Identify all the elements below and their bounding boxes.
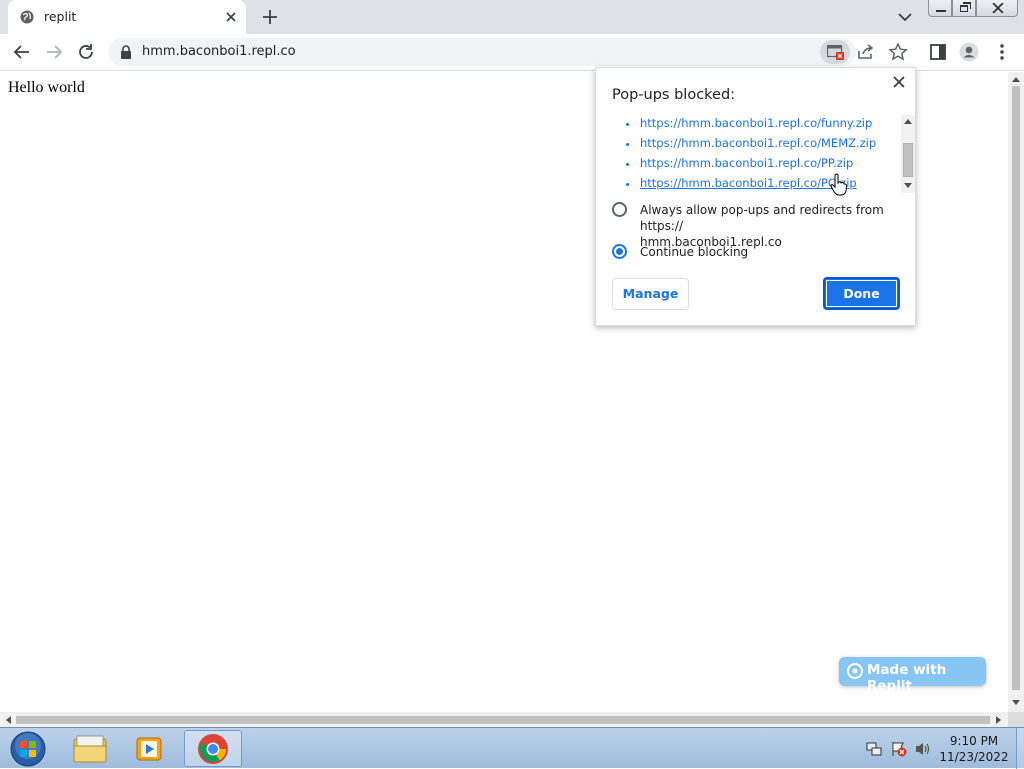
continue-blocking-radio[interactable]	[612, 244, 627, 259]
scroll-up-arrow-icon[interactable]	[1012, 76, 1020, 82]
network-icon[interactable]	[866, 741, 882, 757]
tab-replit[interactable]: replit	[8, 0, 246, 34]
vertical-scrollbar[interactable]	[1008, 72, 1024, 712]
popups-blocked-dialog: Pop-ups blocked: https://hmm.baconboi1.r…	[595, 67, 916, 326]
taskbar-explorer[interactable]	[62, 730, 120, 767]
chrome-icon	[198, 734, 228, 764]
lock-icon[interactable]	[120, 45, 132, 59]
list-scrollbar[interactable]	[901, 115, 915, 193]
clock-date: 11/23/2022	[939, 750, 1009, 764]
share-icon[interactable]	[856, 42, 876, 62]
popup-blocked-icon[interactable]	[820, 40, 850, 64]
close-tab-icon[interactable]	[222, 8, 240, 26]
manage-button[interactable]: Manage	[612, 278, 689, 310]
chevron-down-icon[interactable]	[896, 9, 914, 25]
side-panel-icon[interactable]	[928, 42, 948, 62]
always-allow-label[interactable]: Always allow pop-ups and redirects from …	[640, 202, 915, 250]
horizontal-scrollbar[interactable]	[0, 712, 1008, 727]
vertical-scroll-thumb[interactable]	[1012, 86, 1020, 690]
replit-logo-icon	[847, 663, 863, 679]
action-center-flag-icon[interactable]	[891, 741, 907, 757]
close-window-button[interactable]	[976, 0, 1018, 17]
scroll-right-arrow-icon[interactable]	[996, 716, 1002, 724]
browser-toolbar: hmm.baconboi1.repl.co	[0, 34, 1024, 71]
continue-blocking-label[interactable]: Continue blocking	[640, 244, 748, 260]
back-arrow-icon[interactable]	[12, 42, 32, 62]
tab-strip: replit	[0, 0, 1024, 34]
list-scroll-thumb[interactable]	[903, 143, 913, 177]
minimize-button[interactable]	[928, 0, 952, 17]
blocked-link-text[interactable]: https://hmm.baconboi1.repl.co/MEMZ.zip	[640, 136, 876, 150]
made-with-replit-badge[interactable]: Made with Replit	[839, 657, 986, 694]
taskbar-media-player[interactable]	[122, 730, 180, 767]
taskbar-clock[interactable]: 9:10 PM 11/23/2022	[936, 733, 1012, 765]
scroll-down-arrow-icon[interactable]	[904, 183, 912, 188]
windows-start-orb-icon	[10, 731, 46, 767]
dialog-title: Pop-ups blocked:	[612, 87, 736, 103]
show-desktop-button[interactable]	[1016, 728, 1024, 769]
url-text: hmm.baconboi1.repl.co	[142, 44, 296, 59]
menu-kebab-icon[interactable]	[992, 42, 1012, 62]
done-button[interactable]: Done	[823, 277, 900, 310]
media-player-icon	[136, 737, 162, 761]
page-body-text: Hello world	[8, 79, 85, 96]
tab-title: replit	[44, 9, 77, 24]
scrollbar-corner	[1008, 712, 1024, 727]
blocked-link-text[interactable]: https://hmm.baconboi1.repl.co/PP.zip	[640, 156, 853, 170]
blocked-link-text[interactable]: https://hmm.baconboi1.repl.co/funny.zip	[640, 116, 872, 130]
scroll-down-arrow-icon[interactable]	[1012, 700, 1020, 706]
start-button[interactable]	[2, 730, 54, 767]
always-allow-radio[interactable]	[612, 202, 627, 217]
address-bar[interactable]: hmm.baconboi1.repl.co	[108, 38, 908, 66]
clock-time: 9:10 PM	[949, 734, 999, 748]
folder-icon	[73, 735, 107, 763]
volume-icon[interactable]	[915, 741, 931, 757]
horizontal-scroll-thumb[interactable]	[16, 716, 990, 724]
new-tab-button[interactable]	[260, 7, 280, 27]
blocked-popups-list: https://hmm.baconboi1.repl.co/funny.zip …	[596, 115, 916, 193]
bookmark-star-icon[interactable]	[888, 42, 908, 62]
blocked-link-text[interactable]: https://hmm.baconboi1.repl.co/PO.zip	[640, 176, 857, 190]
badge-label: Made with Replit	[867, 662, 947, 694]
hand-cursor-icon	[830, 173, 848, 196]
scroll-left-arrow-icon[interactable]	[5, 716, 11, 724]
profile-avatar-icon[interactable]	[959, 42, 979, 62]
forward-arrow-icon[interactable]	[44, 42, 64, 62]
scroll-up-arrow-icon[interactable]	[904, 119, 912, 124]
restore-button[interactable]	[952, 0, 976, 17]
globe-icon	[20, 10, 34, 24]
reload-icon[interactable]	[76, 42, 96, 62]
close-icon[interactable]	[892, 75, 906, 89]
taskbar-chrome[interactable]	[184, 730, 242, 767]
windows-taskbar: 9:10 PM 11/23/2022	[0, 727, 1024, 769]
